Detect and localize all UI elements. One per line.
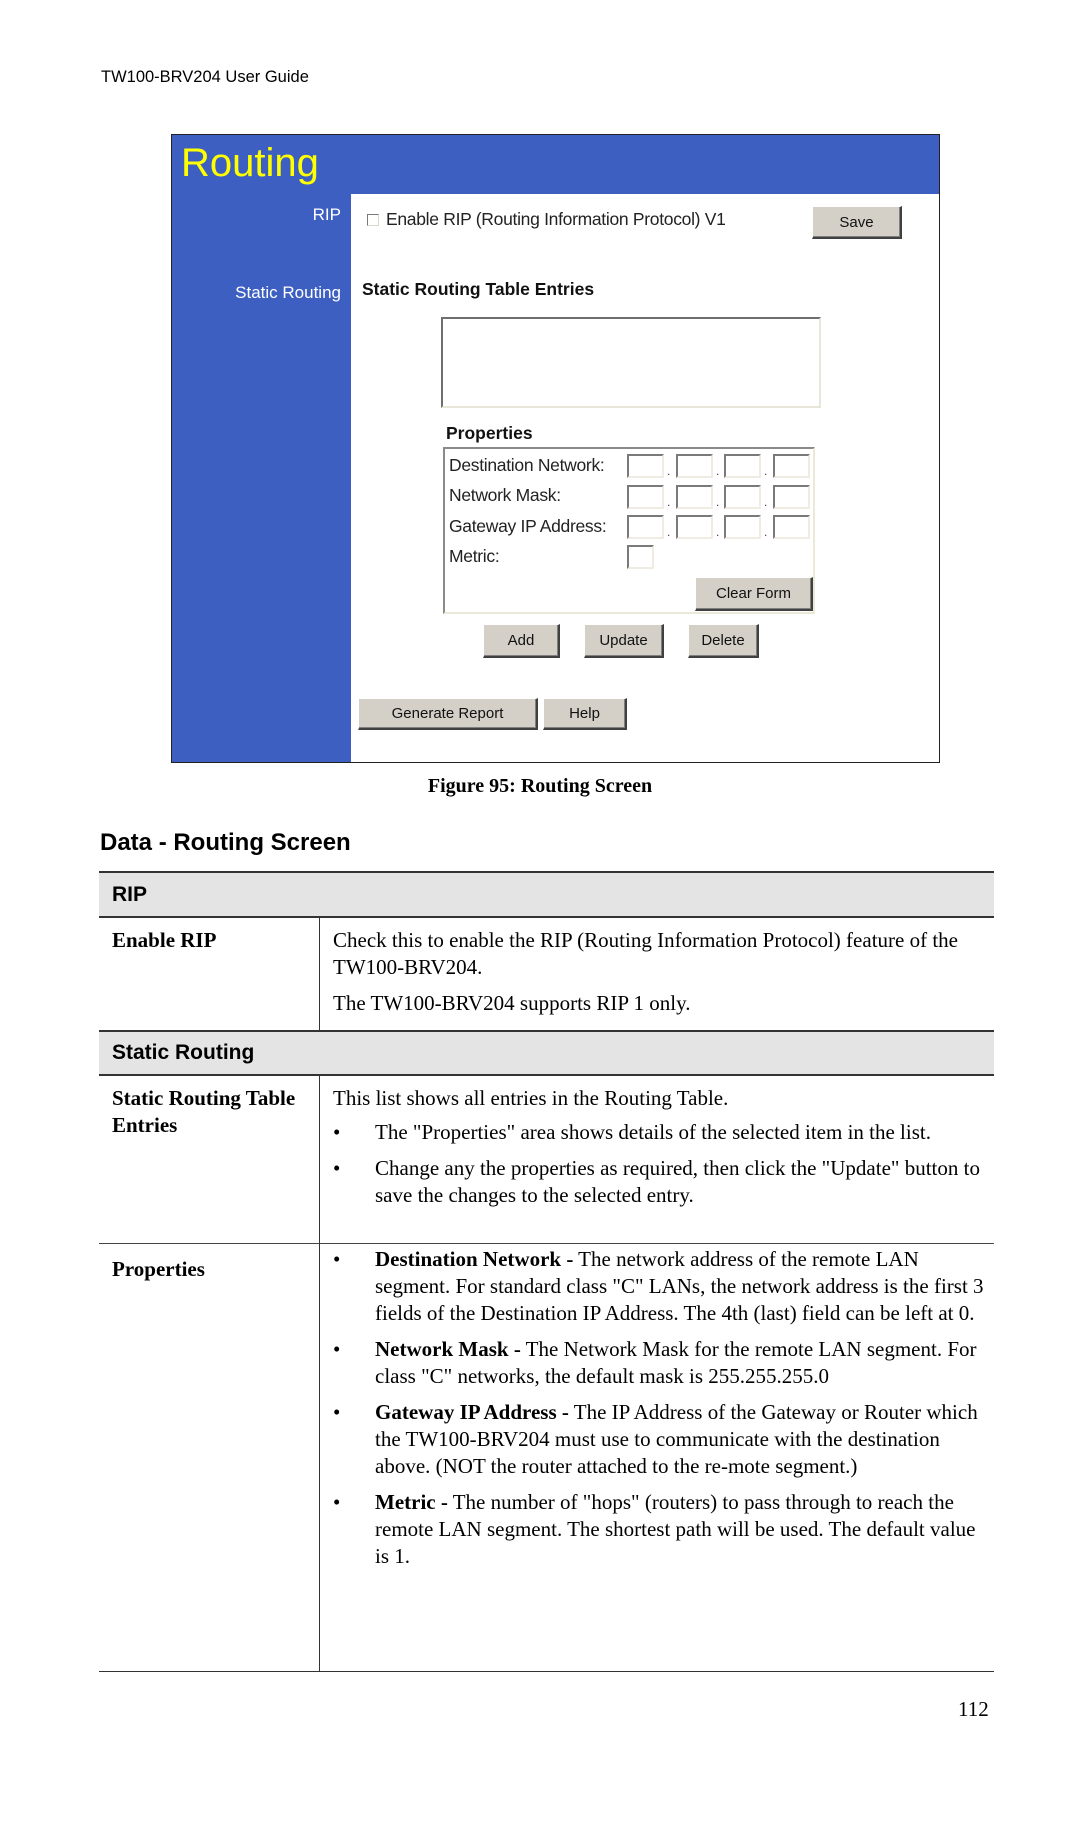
section-heading: Data - Routing Screen xyxy=(100,829,351,856)
gateway-ip-label: Gateway IP Address: xyxy=(449,516,607,536)
paragraph: The TW100-BRV204 supports RIP 1 only. xyxy=(333,991,691,1015)
network-mask-octet-3[interactable] xyxy=(724,485,761,509)
data-table: RIP Enable RIP Check this to enable the … xyxy=(99,871,994,1672)
destination-network-label: Destination Network: xyxy=(449,455,605,475)
metric-label: Metric: xyxy=(449,546,500,566)
routing-content-panel: Enable RIP (Routing Information Protocol… xyxy=(351,194,939,762)
bullet-item-network-mask: Network Mask - The Network Mask for the … xyxy=(333,1336,986,1390)
table-row: Static Routing Table Entries This list s… xyxy=(99,1076,994,1243)
delete-button[interactable]: Delete xyxy=(688,624,759,658)
network-mask-octet-4[interactable] xyxy=(773,485,810,509)
term: Network Mask - xyxy=(375,1337,521,1361)
gateway-ip-octet-4[interactable] xyxy=(773,515,810,539)
destination-network-octet-4[interactable] xyxy=(773,454,810,478)
bullet-item: The "Properties" area shows details of t… xyxy=(333,1119,986,1146)
table-row: Properties Destination Network - The net… xyxy=(99,1243,994,1672)
bullet-item-destination-network: Destination Network - The network addres… xyxy=(333,1246,986,1327)
enable-rip-label: Enable RIP (Routing Information Protocol… xyxy=(386,209,726,229)
help-button[interactable]: Help xyxy=(543,698,627,730)
properties-heading: Properties xyxy=(446,423,533,443)
enable-rip-checkbox[interactable] xyxy=(367,214,379,226)
ip-separator: . xyxy=(716,464,720,478)
bullet-item: Change any the properties as required, t… xyxy=(333,1155,986,1209)
ip-separator: . xyxy=(764,495,768,509)
network-mask-label: Network Mask: xyxy=(449,485,561,505)
gateway-ip-octet-1[interactable] xyxy=(627,515,664,539)
term: Metric - xyxy=(375,1490,448,1514)
static-routing-table-heading: Static Routing Table Entries xyxy=(362,279,595,299)
sidebar-label-static-routing: Static Routing xyxy=(235,283,341,302)
ip-separator: . xyxy=(667,464,671,478)
term: Gateway IP Address - xyxy=(375,1400,569,1424)
sidebar-label-rip: RIP xyxy=(312,205,341,224)
gateway-ip-octet-3[interactable] xyxy=(724,515,761,539)
bullet-item-metric: Metric - The number of "hops" (routers) … xyxy=(333,1489,986,1570)
ip-separator: . xyxy=(667,525,671,539)
figure-caption: Figure 95: Routing Screen xyxy=(427,775,653,797)
ip-separator: . xyxy=(764,525,768,539)
destination-network-octet-3[interactable] xyxy=(724,454,761,478)
table-band-rip: RIP xyxy=(99,871,994,918)
row-description: This list shows all entries in the Routi… xyxy=(320,1076,994,1243)
properties-panel: Destination Network: Network Mask: Gatew… xyxy=(443,447,815,614)
row-label-enable-rip: Enable RIP xyxy=(99,918,320,1030)
save-button[interactable]: Save xyxy=(812,206,902,239)
paragraph: This list shows all entries in the Routi… xyxy=(333,1086,729,1110)
ip-separator: . xyxy=(716,525,720,539)
add-button[interactable]: Add xyxy=(483,624,560,658)
bullet-item-gateway-ip: Gateway IP Address - The IP Address of t… xyxy=(333,1399,986,1480)
row-description: Destination Network - The network addres… xyxy=(320,1244,994,1671)
clear-form-button[interactable]: Clear Form xyxy=(695,577,813,611)
term: Destination Network - xyxy=(375,1247,574,1271)
update-button[interactable]: Update xyxy=(584,624,664,658)
network-mask-octet-2[interactable] xyxy=(676,485,713,509)
ip-separator: . xyxy=(764,464,768,478)
destination-network-octet-2[interactable] xyxy=(676,454,713,478)
metric-input[interactable] xyxy=(627,545,654,569)
network-mask-octet-1[interactable] xyxy=(627,485,664,509)
definition: The number of "hops" (routers) to pass t… xyxy=(375,1490,976,1568)
routing-screenshot: Routing RIP Static Routing Enable RIP (R… xyxy=(171,134,940,763)
paragraph: Check this to enable the RIP (Routing In… xyxy=(333,928,958,979)
ip-separator: . xyxy=(667,495,671,509)
gateway-ip-octet-2[interactable] xyxy=(676,515,713,539)
ip-separator: . xyxy=(716,495,720,509)
table-band-static-routing: Static Routing xyxy=(99,1030,994,1076)
destination-network-octet-1[interactable] xyxy=(627,454,664,478)
generate-report-button[interactable]: Generate Report xyxy=(358,698,538,730)
row-label-properties: Properties xyxy=(99,1244,320,1671)
routing-title: Routing xyxy=(181,141,319,185)
running-header: TW100-BRV204 User Guide xyxy=(101,68,309,86)
static-routing-table-listbox[interactable] xyxy=(441,317,821,408)
page-number: 112 xyxy=(958,1697,989,1721)
row-description: Check this to enable the RIP (Routing In… xyxy=(320,918,994,1030)
row-label-static-routing-table-entries: Static Routing Table Entries xyxy=(99,1076,320,1243)
table-row: Enable RIP Check this to enable the RIP … xyxy=(99,918,994,1030)
